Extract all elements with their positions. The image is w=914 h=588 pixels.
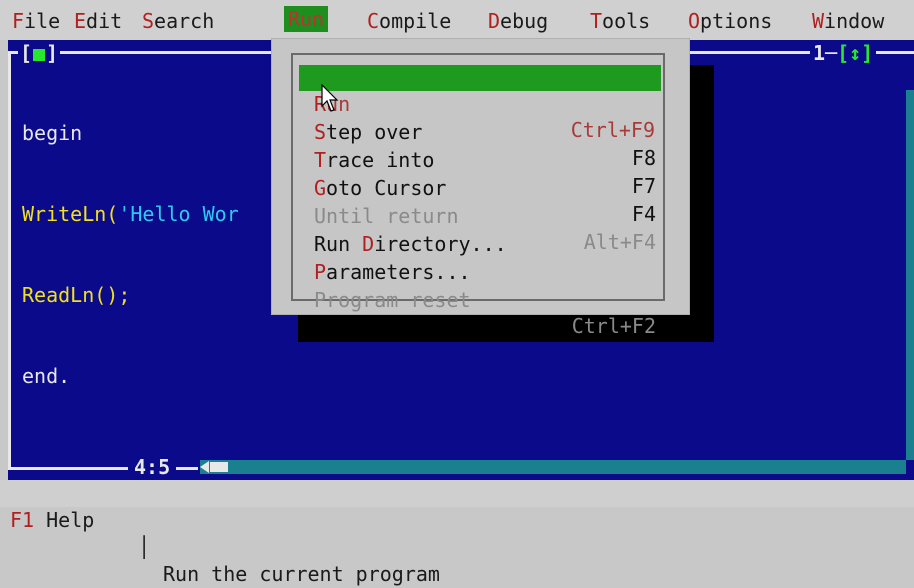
menu-edit[interactable]: Edit xyxy=(74,8,122,34)
menu-item-run[interactable]: Run Ctrl+F9 xyxy=(299,65,661,142)
status-separator: │ xyxy=(138,535,151,559)
scroll-left-arrow-icon[interactable] xyxy=(200,461,209,473)
code-line: WriteLn('Hello Wor xyxy=(22,202,239,226)
horizontal-scrollbar[interactable] xyxy=(200,460,906,474)
menu-run[interactable]: Run xyxy=(284,6,329,32)
menu-compile[interactable]: Compile xyxy=(367,8,451,34)
menu-item-step-over[interactable]: Step over F8 xyxy=(312,93,662,170)
scrollbar-thumb[interactable] xyxy=(210,462,228,472)
code-line: ReadLn(); xyxy=(22,283,131,307)
menu-file[interactable]: File xyxy=(12,8,60,34)
window-number: 1 xyxy=(813,41,826,65)
menu-item-goto-cursor[interactable]: Goto Cursor F4 xyxy=(312,149,662,226)
cursor-position-indicator: 4:5 xyxy=(128,456,177,478)
menu-item-until-return: Until return Alt+F4 xyxy=(312,177,662,254)
menu-debug[interactable]: Debug xyxy=(488,8,548,34)
menu-options[interactable]: Options xyxy=(688,8,772,34)
code-line: end. xyxy=(22,364,71,388)
status-bar: F1 Help │ Run the current program xyxy=(0,480,914,586)
window-close-box[interactable]: [] xyxy=(18,42,61,64)
menu-item-parameters[interactable]: Parameters... xyxy=(312,233,662,284)
menu-item-program-reset: Program reset Ctrl+F2 xyxy=(312,261,662,338)
window-frame-left xyxy=(8,51,11,469)
menu-item-label: Program reset xyxy=(314,288,471,312)
vertical-scrollbar[interactable] xyxy=(906,90,914,460)
menu-window[interactable]: Window xyxy=(812,8,884,34)
menu-tools[interactable]: Tools xyxy=(590,8,650,34)
run-menu-dropdown: Run Ctrl+F9 Step over F8 Trace into F7 G… xyxy=(271,38,690,338)
close-square-icon xyxy=(33,48,46,61)
mouse-pointer-icon xyxy=(321,84,339,112)
code-line: begin xyxy=(22,121,83,145)
menu-item-trace-into[interactable]: Trace into F7 xyxy=(312,121,662,198)
menu-bar: File Edit Search Run Compile Debug Tools… xyxy=(0,0,914,40)
window-number-box[interactable]: 1─[↕] xyxy=(810,41,877,65)
help-hint[interactable]: F1 Help xyxy=(10,507,94,534)
status-message: Run the current program xyxy=(163,562,440,586)
code-area[interactable]: begin WriteLn('Hello Wor ReadLn(); end. xyxy=(22,66,239,444)
menu-item-run-directory[interactable]: Run Directory... xyxy=(312,205,662,256)
menu-item-shortcut: Ctrl+F2 xyxy=(571,314,656,338)
menu-search[interactable]: Search xyxy=(142,8,214,34)
zoom-icon[interactable]: [↕] xyxy=(837,41,873,65)
